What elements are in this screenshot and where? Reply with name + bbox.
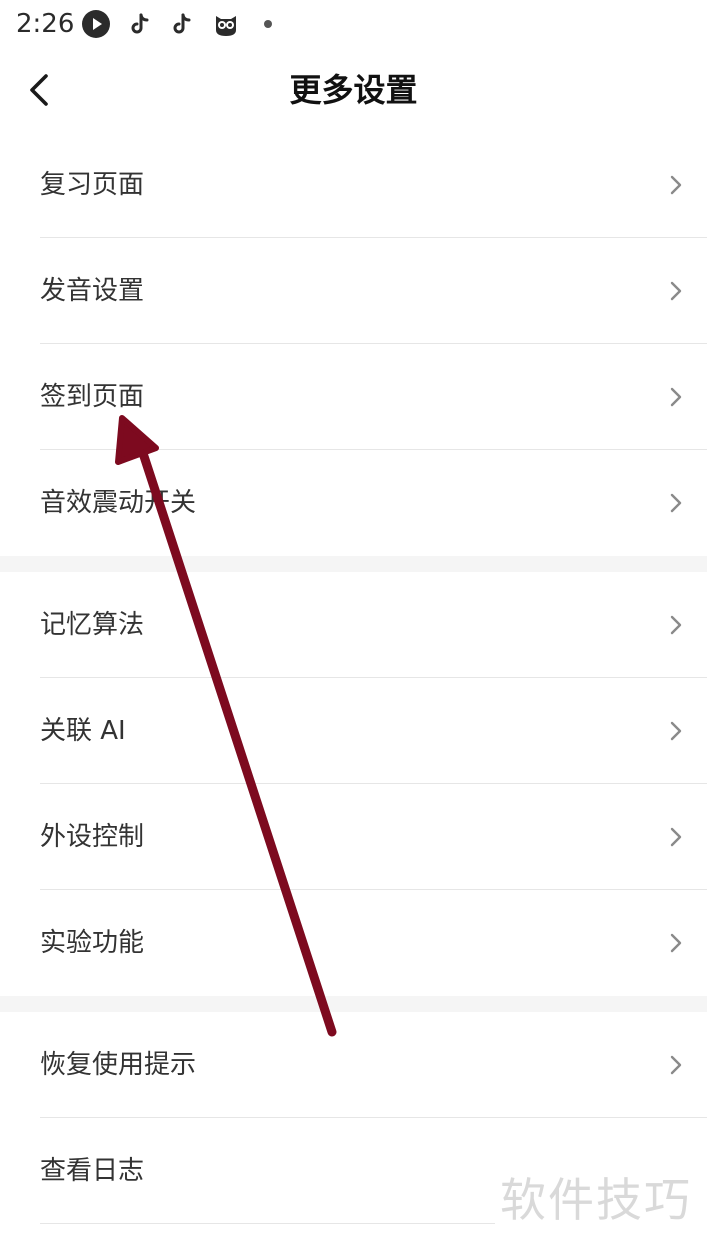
setting-item-peripheral-control[interactable]: 外设控制	[0, 784, 707, 890]
setting-item-label: 签到页面	[40, 382, 145, 412]
chevron-right-icon	[670, 827, 682, 847]
setting-item-label: 查看日志	[40, 1156, 145, 1186]
setting-item-label: 关联 AI	[40, 716, 126, 746]
setting-item-label: 音效震动开关	[40, 488, 197, 518]
status-time: 2:26	[16, 9, 75, 39]
setting-item-label: 实验功能	[40, 928, 145, 958]
page-title: 更多设置	[289, 71, 418, 109]
setting-item-label: 复习页面	[40, 170, 145, 200]
chevron-right-icon	[670, 933, 682, 953]
watermark: 软件技巧	[500, 1173, 692, 1227]
owl-app-icon	[210, 8, 242, 40]
chevron-right-icon	[670, 387, 682, 407]
group-separator	[0, 556, 707, 572]
chevron-right-icon	[670, 721, 682, 741]
chevron-right-icon	[670, 493, 682, 513]
setting-item-restore-tips[interactable]: 恢复使用提示	[0, 1012, 707, 1118]
tiktok-icon	[166, 8, 198, 40]
chevron-right-icon	[670, 175, 682, 195]
setting-item-sound-vibration[interactable]: 音效震动开关	[0, 450, 707, 556]
setting-item-checkin-page[interactable]: 签到页面	[0, 344, 707, 450]
group-separator	[0, 996, 707, 1012]
chevron-right-icon	[670, 281, 682, 301]
divider	[40, 1223, 495, 1224]
dot-icon	[252, 8, 284, 40]
video-app-icon	[80, 8, 112, 40]
setting-item-review-page[interactable]: 复习页面	[0, 132, 707, 238]
setting-item-pronunciation[interactable]: 发音设置	[0, 238, 707, 344]
setting-item-label: 记忆算法	[40, 610, 145, 640]
chevron-right-icon	[670, 1055, 682, 1075]
chevron-right-icon	[670, 615, 682, 635]
setting-item-memory-algorithm[interactable]: 记忆算法	[0, 572, 707, 678]
tiktok-icon	[124, 8, 156, 40]
header: 更多设置	[0, 50, 707, 130]
setting-item-link-ai[interactable]: 关联 AI	[0, 678, 707, 784]
setting-item-experimental[interactable]: 实验功能	[0, 890, 707, 996]
setting-item-label: 外设控制	[40, 822, 145, 852]
setting-item-label: 恢复使用提示	[40, 1050, 197, 1080]
status-bar: 2:26	[0, 0, 707, 48]
setting-item-label: 发音设置	[40, 276, 145, 306]
settings-list: 复习页面 发音设置 签到页面 音效震动开关 记忆算法 关联 AI 外设控制 实验…	[0, 132, 707, 1224]
